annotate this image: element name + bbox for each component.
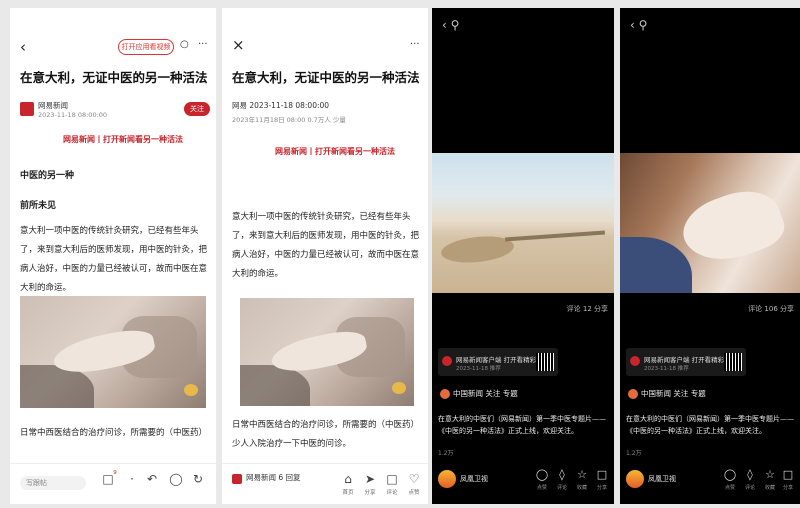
star-icon[interactable]: ☆ — [572, 468, 592, 481]
channel[interactable]: 凤凰卫视 — [438, 468, 488, 488]
qr-icon — [724, 353, 742, 371]
channel[interactable]: 凤凰卫视 — [626, 468, 676, 488]
like-icon[interactable]: ♡ — [404, 472, 424, 486]
share-icon[interactable]: □ — [778, 468, 798, 481]
share-label: 分享 — [596, 485, 607, 491]
comment-icon[interactable]: ◊ — [740, 468, 760, 481]
promo-banner[interactable]: 网易新闻丨打开新闻看另一种活法 — [50, 134, 196, 145]
source-logo — [232, 474, 242, 484]
share-label: 分享 — [364, 490, 376, 496]
comment-label: 评论 — [744, 485, 755, 491]
video-thumbnail[interactable] — [20, 296, 206, 408]
search-icon[interactable]: ○ — [180, 39, 189, 50]
ad-icon — [442, 356, 452, 366]
bottom-bar: 写跟帖 □ 9 ⋅ ↶ ◯ ↻ — [10, 463, 216, 504]
video-meta: 评论 12 分享 — [566, 305, 608, 313]
like-icon[interactable]: ↶ — [142, 472, 162, 486]
video-panel-desert: ‹ ⚲ 评论 12 分享 网易新闻客户端 打开看精彩 2023-11-18 推荐… — [432, 8, 614, 504]
comment-icon[interactable]: □ — [382, 472, 402, 486]
home-label: 首页 — [342, 490, 354, 496]
open-app-button[interactable]: 打开应用看视频 — [118, 39, 174, 55]
qr-icon — [536, 353, 554, 371]
article-panel-app: ‹ 打开应用看视频 ○ ··· 在意大利，无证中医的另一种活法 网易新闻 202… — [10, 8, 216, 504]
comment-label: 评论 — [386, 490, 398, 496]
top-bar: ‹ 打开应用看视频 ○ ··· — [18, 38, 208, 58]
view-count: 1.2万 — [626, 450, 642, 457]
video-frame[interactable] — [432, 153, 614, 293]
comment-input[interactable]: 写跟帖 — [20, 476, 86, 490]
share-icon[interactable]: ⋅ — [122, 472, 142, 486]
more-icon[interactable]: ··· — [198, 39, 208, 50]
ad-title: 网易新闻客户端 打开看精彩 — [644, 356, 725, 364]
like-label: 点赞 — [724, 485, 735, 491]
video-caption: 在意大利的中医们（网易新闻）第一季中医专题片——《中医的另一种活法》正式上线，欢… — [438, 415, 606, 435]
video-thumbnail[interactable] — [240, 298, 414, 406]
ad-subtitle: 2023-11-18 推荐 — [456, 366, 501, 372]
share-icon[interactable]: ➤ — [360, 472, 380, 486]
channel-name: 凤凰卫视 — [648, 474, 676, 483]
star-icon[interactable]: ◯ — [166, 472, 186, 486]
article-paragraph: 日常中西医结合的治疗问诊，所需要的（中医药） — [20, 428, 208, 438]
watermark-icon — [392, 382, 406, 394]
article-title: 在意大利，无证中医的另一种活法 — [20, 70, 208, 85]
video-caption: 在意大利的中医们（网易新闻）第一季中医专题片——《中医的另一种活法》正式上线，欢… — [626, 415, 794, 435]
share-label: 分享 — [782, 485, 793, 491]
video-panel-warm: ‹ ⚲ 评论 106 分享 网易新闻客户端 打开看精彩 2023-11-18 推… — [620, 8, 800, 504]
back-icon[interactable]: ‹ ⚲ — [630, 18, 647, 32]
back-icon[interactable]: ‹ ⚲ — [442, 18, 459, 32]
back-icon[interactable]: ‹ — [20, 38, 26, 56]
ad-title: 网易新闻客户端 打开看精彩 — [456, 356, 537, 364]
top-bar: × ··· — [230, 36, 420, 58]
article-paragraph: 日常中西医结合的治疗问诊，所需要的（中医药）少人入院治疗一下中医的问诊。 — [232, 420, 420, 449]
section-heading: 前所未见 — [20, 201, 57, 211]
uploader[interactable]: 中国新闻 关注 专题 — [440, 388, 518, 399]
share-icon[interactable]: □ — [592, 468, 612, 481]
channel-name: 凤凰卫视 — [460, 474, 488, 483]
publish-meta: 2023年11月18日 08:00 0.7万人 少量 — [232, 116, 346, 124]
article-title: 在意大利，无证中医的另一种活法 — [232, 70, 420, 85]
source-name[interactable]: 网易新闻 — [38, 100, 68, 111]
like-label: 点赞 — [408, 490, 420, 496]
ad-card[interactable]: 网易新闻客户端 打开看精彩 2023-11-18 推荐 — [626, 348, 746, 376]
ad-card[interactable]: 网易新闻客户端 打开看精彩 2023-11-18 推荐 — [438, 348, 558, 376]
view-count: 1.2万 — [438, 450, 454, 457]
article-paragraph: 意大利一项中医的传统针灸研究，已经有些年头了，来到意大利后的医师发现，用中医的针… — [232, 212, 420, 279]
source-name[interactable]: 网易新闻 6 回复 — [246, 472, 301, 483]
source-logo — [20, 102, 34, 116]
video-meta: 评论 106 分享 — [748, 305, 794, 313]
like-icon[interactable]: ◯ — [720, 468, 740, 481]
channel-logo — [626, 469, 644, 488]
uploader-name: 中国新闻 关注 专题 — [453, 389, 518, 398]
like-icon[interactable]: ◯ — [532, 468, 552, 481]
uploader-name: 中国新闻 关注 专题 — [641, 389, 706, 398]
ad-icon — [630, 356, 640, 366]
channel-logo — [438, 469, 456, 488]
more-icon[interactable]: ··· — [410, 39, 420, 50]
star-icon[interactable]: ☆ — [760, 468, 780, 481]
article-panel-web: × ··· 在意大利，无证中医的另一种活法 网易 2023-11-18 08:0… — [222, 8, 428, 504]
comment-icon[interactable]: ◊ — [552, 468, 572, 481]
promo-banner[interactable]: 网易新闻丨打开新闻看另一种活法 — [262, 146, 408, 157]
avatar — [628, 389, 638, 399]
follow-button[interactable]: 关注 — [184, 102, 210, 116]
comment-label: 评论 — [556, 485, 567, 491]
home-icon[interactable]: ⌂ — [338, 472, 358, 486]
uploader[interactable]: 中国新闻 关注 专题 — [628, 388, 706, 399]
source-meta: 网易 2023-11-18 08:00:00 — [232, 101, 330, 110]
star-label: 收藏 — [764, 485, 775, 491]
bottom-bar: 网易新闻 6 回复 ⌂ 首页 ➤ 分享 □ 评论 ♡ 点赞 — [222, 463, 428, 504]
video-frame[interactable] — [620, 153, 800, 293]
like-label: 点赞 — [536, 485, 547, 491]
refresh-icon[interactable]: ↻ — [188, 472, 208, 486]
watermark-icon — [184, 384, 198, 396]
star-label: 收藏 — [576, 485, 587, 491]
ad-subtitle: 2023-11-18 推荐 — [644, 366, 689, 372]
article-paragraph: 意大利一项中医的传统针灸研究，已经有些年头了，来到意大利后的医师发现，用中医的针… — [20, 226, 208, 293]
publish-date: 2023-11-18 08:00:00 — [38, 111, 108, 119]
section-heading: 中医的另一种 — [20, 171, 75, 181]
avatar — [440, 389, 450, 399]
close-icon[interactable]: × — [232, 36, 245, 54]
